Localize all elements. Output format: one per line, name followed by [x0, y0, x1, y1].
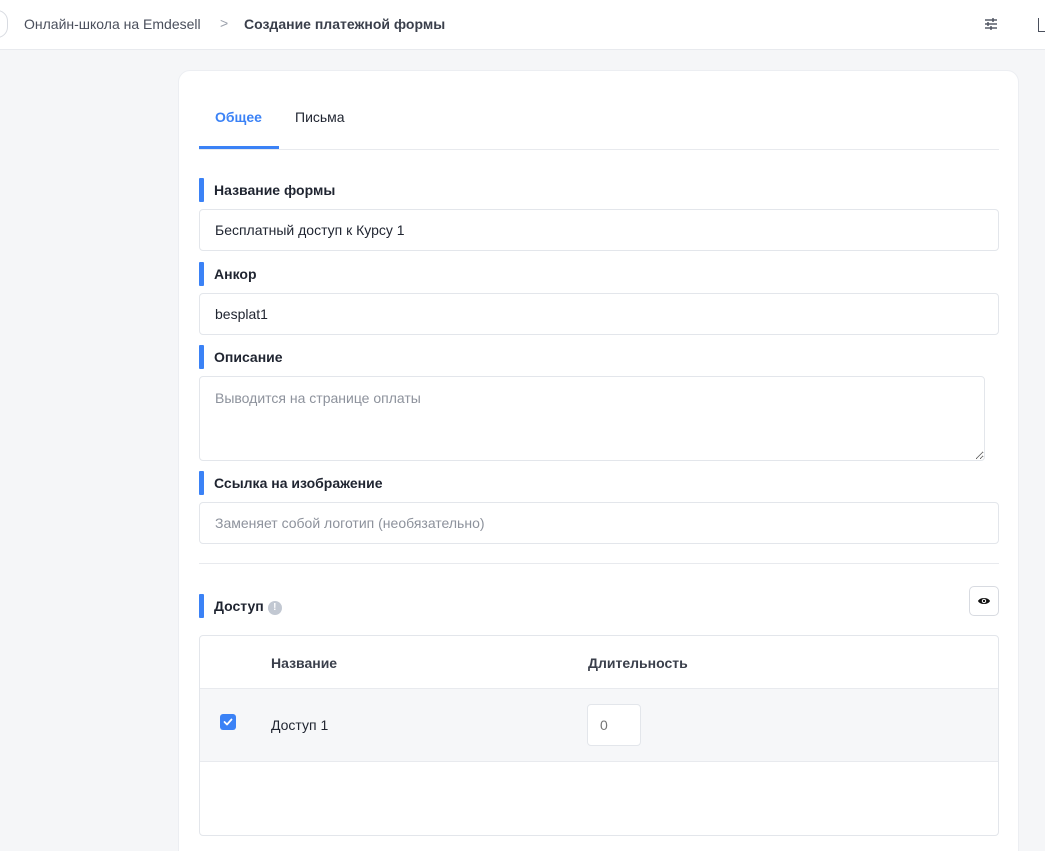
eye-icon — [978, 598, 990, 604]
access-section-header: Доступ! — [199, 594, 282, 618]
duration-input[interactable] — [587, 704, 641, 746]
image-link-input[interactable] — [199, 502, 999, 544]
section-divider — [199, 563, 999, 564]
info-icon[interactable]: ! — [267, 601, 282, 615]
form-name-input[interactable] — [199, 209, 999, 251]
access-checkbox[interactable] — [220, 714, 236, 730]
top-bar: Онлайн-школа на Emdesell > Создание плат… — [0, 0, 1045, 50]
image-link-label: Ссылка на изображение — [199, 471, 383, 495]
preview-button[interactable] — [969, 586, 999, 616]
access-label: Доступ — [214, 598, 264, 614]
sidebar-toggle-button[interactable] — [0, 10, 8, 38]
breadcrumb-separator-icon: > — [220, 15, 229, 31]
tab-letters[interactable]: Письма — [295, 109, 345, 125]
active-tab-indicator — [199, 146, 279, 149]
access-table: Название Длительность Доступ 1 — [199, 635, 999, 836]
access-name: Доступ 1 — [271, 717, 329, 733]
anchor-label: Анкор — [199, 262, 257, 286]
column-header-duration: Длительность — [588, 655, 688, 671]
tab-general[interactable]: Общее — [215, 109, 262, 125]
tab-bar: Общее Письма — [199, 97, 999, 150]
check-icon — [223, 718, 233, 726]
form-name-label: Название формы — [199, 178, 335, 202]
description-textarea[interactable] — [199, 376, 985, 461]
anchor-input[interactable] — [199, 293, 999, 335]
table-row: Доступ 1 — [200, 688, 998, 762]
payment-form-card: Общее Письма Название формы Анкор Описан… — [178, 70, 1019, 851]
breadcrumb-root-link[interactable]: Онлайн-школа на Emdesell — [24, 16, 201, 32]
user-icon[interactable] — [1038, 18, 1045, 32]
description-label: Описание — [199, 345, 283, 369]
column-header-name: Название — [271, 655, 338, 671]
breadcrumb-current: Создание платежной формы — [244, 16, 446, 32]
sliders-icon[interactable] — [982, 15, 1000, 33]
